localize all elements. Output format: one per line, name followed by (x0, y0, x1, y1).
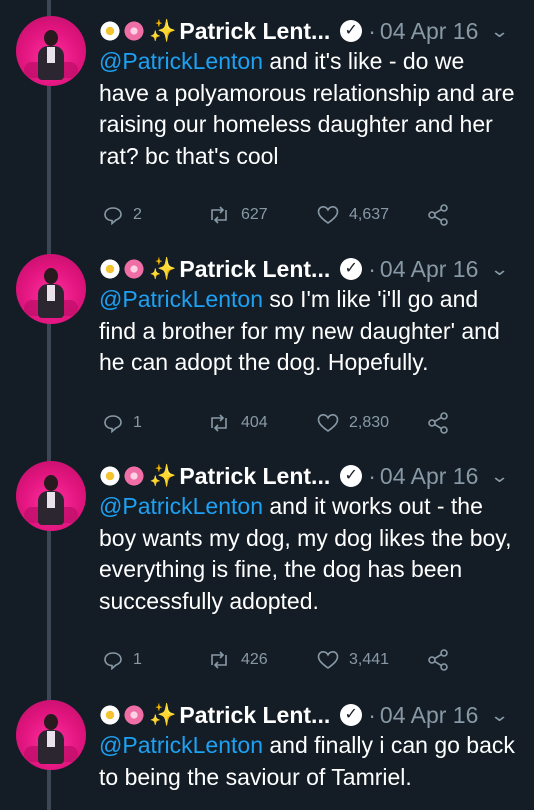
daisy-emoji-icon (99, 704, 121, 726)
tweet-text: @PatrickLenton and it's like - do we hav… (99, 46, 519, 172)
like-count: 4,637 (349, 206, 390, 223)
reply-count: 1 (133, 414, 142, 431)
like-count: 3,441 (349, 651, 390, 668)
tweet-header: ✨ Patrick Lent... ✓ · 04 Apr 16 ⌄ (99, 252, 519, 286)
share-icon (428, 649, 448, 671)
tweet-text: @PatrickLenton and it works out - the bo… (99, 491, 519, 617)
share-icon (428, 412, 448, 434)
avatar-head (44, 30, 58, 46)
thread-connector-line (47, 0, 51, 810)
separator-dot: · (368, 462, 376, 489)
avatar-shirt (47, 47, 55, 63)
reply-icon (104, 207, 122, 225)
cherry-blossom-emoji-icon (123, 704, 145, 726)
retweet-count: 627 (241, 206, 268, 223)
author-name[interactable]: Patrick Lent... (179, 463, 330, 490)
retweet-button[interactable]: 404 (207, 413, 268, 433)
like-icon (317, 205, 339, 224)
cherry-blossom-emoji-icon (123, 258, 145, 280)
reply-icon (104, 415, 122, 433)
avatar-head (44, 714, 58, 730)
tweet-date[interactable]: 04 Apr 16 (380, 256, 478, 283)
avatar[interactable] (16, 16, 86, 86)
daisy-emoji-icon (99, 258, 121, 280)
tweet-date[interactable]: 04 Apr 16 (380, 702, 478, 729)
tweet-text: @PatrickLenton so I'm like 'i'll go and … (99, 284, 519, 379)
like-count: 2,830 (349, 414, 390, 431)
chevron-down-icon[interactable]: ⌄ (490, 259, 510, 280)
retweet-count: 404 (241, 414, 268, 431)
tweet-header: ✨ Patrick Lent... ✓ · 04 Apr 16 ⌄ (99, 14, 519, 48)
reply-icon (104, 652, 122, 670)
avatar-head (44, 475, 58, 491)
avatar[interactable] (16, 461, 86, 531)
verified-badge-icon: ✓ (340, 20, 363, 42)
reply-button[interactable]: 1 (103, 650, 142, 670)
author-name[interactable]: Patrick Lent... (179, 702, 330, 729)
sparkles-emoji-icon: ✨ (149, 256, 177, 281)
retweet-button[interactable]: 426 (207, 650, 268, 670)
retweet-icon (211, 206, 227, 224)
sparkles-emoji-icon: ✨ (149, 702, 177, 727)
cherry-blossom-emoji-icon (123, 20, 145, 42)
share-button[interactable] (427, 649, 459, 671)
like-button[interactable]: 3,441 (317, 650, 389, 670)
mention-link[interactable]: @PatrickLenton (99, 732, 263, 758)
avatar[interactable] (16, 254, 86, 324)
mention-link[interactable]: @PatrickLenton (99, 286, 263, 312)
separator-dot: · (368, 701, 376, 728)
sparkles-emoji-icon: ✨ (149, 463, 177, 488)
retweet-button[interactable]: 627 (207, 205, 268, 225)
mention-link[interactable]: @PatrickLenton (99, 48, 263, 74)
avatar[interactable] (16, 700, 86, 770)
retweet-icon (211, 414, 227, 432)
reply-count: 2 (133, 206, 142, 223)
separator-dot: · (368, 255, 376, 282)
chevron-down-icon[interactable]: ⌄ (490, 21, 510, 42)
reply-count: 1 (133, 651, 142, 668)
tweet-text: @PatrickLenton and finally i can go back… (99, 730, 519, 793)
like-icon (317, 650, 339, 669)
verified-badge-icon: ✓ (340, 258, 363, 280)
chevron-down-icon[interactable]: ⌄ (490, 705, 510, 726)
daisy-emoji-icon (99, 20, 121, 42)
author-name[interactable]: Patrick Lent... (179, 18, 330, 45)
retweet-count: 426 (241, 651, 268, 668)
retweet-icon (211, 651, 227, 669)
verified-badge-icon: ✓ (340, 465, 363, 487)
daisy-emoji-icon (99, 465, 121, 487)
tweet-actions: 2 627 4,637 (99, 200, 519, 230)
avatar-shirt (47, 492, 55, 508)
like-button[interactable]: 4,637 (317, 205, 389, 225)
like-icon (317, 413, 339, 432)
verified-badge-icon: ✓ (340, 704, 363, 726)
mention-link[interactable]: @PatrickLenton (99, 493, 263, 519)
reply-button[interactable]: 1 (103, 413, 142, 433)
share-icon (428, 204, 448, 226)
cherry-blossom-emoji-icon (123, 465, 145, 487)
author-name[interactable]: Patrick Lent... (179, 256, 330, 283)
tweet-date[interactable]: 04 Apr 16 (380, 463, 478, 490)
tweet-actions: 1 404 2,830 (99, 408, 519, 438)
tweet-header: ✨ Patrick Lent... ✓ · 04 Apr 16 ⌄ (99, 459, 519, 493)
avatar-shirt (47, 731, 55, 747)
avatar-shirt (47, 285, 55, 301)
sparkles-emoji-icon: ✨ (149, 18, 177, 43)
chevron-down-icon[interactable]: ⌄ (490, 466, 510, 487)
share-button[interactable] (427, 204, 459, 226)
separator-dot: · (368, 17, 376, 44)
tweet-header: ✨ Patrick Lent... ✓ · 04 Apr 16 ⌄ (99, 698, 519, 732)
tweet-actions: 1 426 3,441 (99, 645, 519, 675)
reply-button[interactable]: 2 (103, 205, 142, 225)
avatar-head (44, 268, 58, 284)
tweet-date[interactable]: 04 Apr 16 (380, 18, 478, 45)
like-button[interactable]: 2,830 (317, 413, 389, 433)
share-button[interactable] (427, 412, 459, 434)
